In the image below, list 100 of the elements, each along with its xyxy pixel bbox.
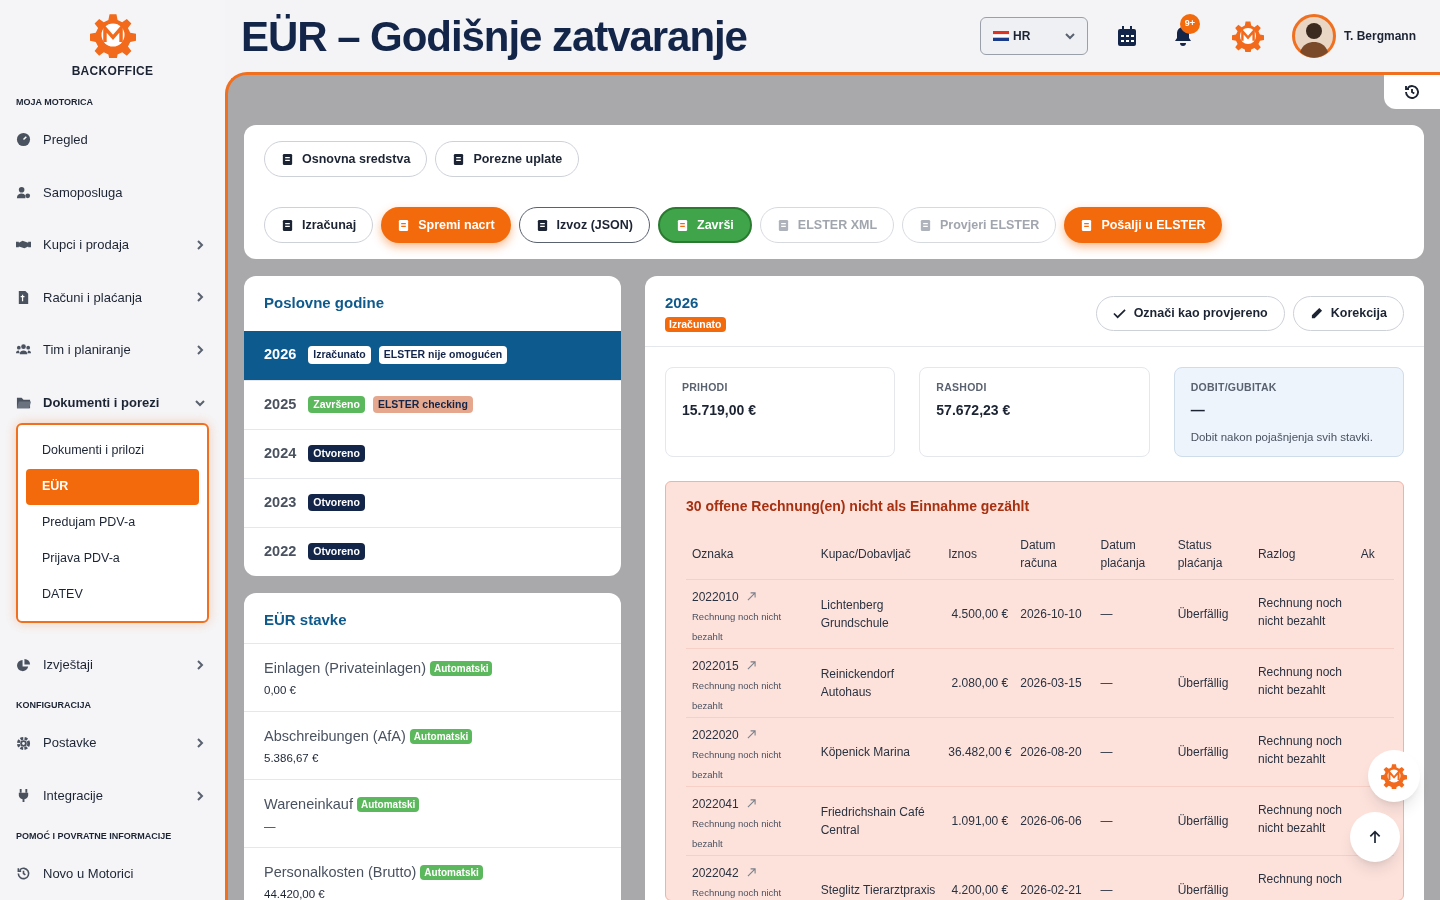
- folder-icon: [16, 395, 31, 410]
- chevron-right-icon: [195, 660, 205, 671]
- table-cell: Köpenick Marina: [814, 717, 943, 787]
- stat-note: Dobit nakon pojašnjenja svih stavki.: [1190, 430, 1374, 445]
- sidebar-item[interactable]: Postavke: [16, 716, 209, 770]
- item-label: Personalkosten (Brutto): [264, 863, 417, 882]
- year-row[interactable]: 2023 Otvoreno: [244, 477, 621, 527]
- toolbar-button[interactable]: Osnovna sredstva: [264, 141, 428, 177]
- pencil-icon: [1309, 307, 1323, 320]
- item-value: 44.420,00 €: [264, 886, 326, 900]
- table-cell: Rechnung noch: [1251, 855, 1355, 900]
- table-cell: Überfällig: [1171, 579, 1252, 649]
- file-icon: [535, 218, 549, 232]
- table-cell: 2026-02-21: [1014, 855, 1095, 900]
- invoice-note: Rechnung noch nicht bezahlt: [692, 816, 783, 851]
- avatar[interactable]: [1292, 14, 1336, 58]
- column-header: Razlog: [1251, 529, 1355, 580]
- table-cell: Steglitz Tierarztpraxis: [814, 855, 943, 900]
- toolbar-button[interactable]: Porezne uplate: [435, 141, 580, 177]
- item-value: 0,00 €: [264, 682, 297, 698]
- year-row[interactable]: 2025 Završeno ELSTER checking: [244, 379, 621, 429]
- history-button[interactable]: [1384, 75, 1440, 109]
- sidebar-item[interactable]: Računi i plaćanja: [16, 271, 209, 324]
- external-link-icon: [746, 868, 756, 878]
- column-header: Status plaćanja: [1171, 529, 1252, 580]
- toolbar-button[interactable]: Izračunaj: [264, 207, 374, 243]
- status-badge: Završeno: [308, 395, 365, 414]
- table-cell: Überfällig: [1171, 648, 1252, 718]
- submenu-item[interactable]: Dokumenti i prilozi: [26, 432, 199, 469]
- table-cell: 1.091,00 €: [942, 786, 1015, 856]
- status-badge: Otvoreno: [308, 542, 365, 561]
- sidebar-item[interactable]: Dokumenti i porezi: [16, 376, 209, 429]
- logo-icon: [89, 12, 136, 58]
- item-label: Einlagen (Privateinlagen): [264, 659, 426, 678]
- table-cell: Rechnung noch nicht bezahlt: [1251, 579, 1355, 649]
- table-cell: 2026-08-20: [1014, 717, 1095, 787]
- invoice-link[interactable]: 2022015: [692, 656, 739, 675]
- external-link-icon: [746, 799, 756, 809]
- table-cell: —: [1094, 717, 1172, 787]
- section-title: POMOĆ I POVRATNE INFORMACIJE: [16, 829, 173, 843]
- stat-value: —: [1190, 401, 1206, 420]
- column-header: Datum računa: [1014, 529, 1095, 580]
- card-title: EÜR stavke: [244, 592, 621, 644]
- table-cell: Rechnung noch nicht bezahlt: [1251, 786, 1355, 856]
- sidebar-item[interactable]: Novo u Motorici: [16, 847, 209, 900]
- submenu-item[interactable]: DATEV: [26, 576, 199, 613]
- table-cell: Überfällig: [1171, 786, 1252, 856]
- stat-label: RASHODI: [936, 380, 988, 396]
- invoice-icon: [16, 289, 31, 305]
- item-label: Abschreibungen (AfA): [264, 727, 406, 746]
- calendar-icon[interactable]: [1118, 26, 1136, 46]
- status-badge: Otvoreno: [308, 493, 365, 512]
- table-cell: Rechnung noch nicht bezahlt: [1251, 648, 1355, 718]
- chevron-right-icon: [195, 738, 205, 749]
- sidebar-item[interactable]: Samoposluga: [16, 166, 209, 219]
- auto-badge: Automatski: [409, 729, 473, 745]
- year-row[interactable]: 2022 Otvoreno: [244, 526, 621, 576]
- stat-value: 15.719,00 €: [682, 401, 757, 420]
- table-cell: —: [1094, 579, 1172, 649]
- invoice-link[interactable]: 2022042: [692, 863, 739, 882]
- chevron-right-icon: [195, 790, 205, 801]
- table-cell: 4.500,00 €: [942, 579, 1015, 649]
- submenu-item[interactable]: Predujam PDV-a: [26, 504, 199, 541]
- auto-badge: Automatski: [356, 797, 420, 813]
- page-title: EÜR – Godišnje zatvaranje: [241, 11, 748, 62]
- toolbar-button[interactable]: Izvoz (JSON): [518, 207, 650, 243]
- gear-icon: [16, 735, 31, 751]
- table-cell: Reinickendorf Autohaus: [814, 648, 943, 718]
- invoice-link[interactable]: 2022010: [692, 587, 739, 606]
- submenu-item[interactable]: Prijava PDV-a: [26, 540, 199, 577]
- plug-icon: [16, 788, 31, 804]
- table-cell: 2026-06-06: [1014, 786, 1095, 856]
- sidebar-item[interactable]: Izvještaji: [16, 638, 209, 692]
- logo-icon: [1232, 20, 1264, 52]
- pie-chart-icon: [16, 657, 31, 673]
- chevron-right-icon: [195, 292, 205, 303]
- year-row[interactable]: 2024 Otvoreno: [244, 428, 621, 478]
- language-select[interactable]: HR: [980, 17, 1088, 55]
- invoice-link[interactable]: 2022041: [692, 794, 739, 813]
- status-badge: ELSTER checking: [372, 395, 473, 414]
- sidebar-item[interactable]: Kupci i prodaja: [16, 218, 209, 272]
- chevron-right-icon: [195, 344, 205, 355]
- section-title: MOJA MOTORICA: [16, 96, 94, 109]
- year-row[interactable]: 2026 Izračunato ELSTER nije omogućen: [244, 330, 621, 380]
- bell-icon[interactable]: [1174, 26, 1192, 46]
- status-badge: ELSTER nije omogućen: [378, 346, 508, 364]
- logo-icon: [1381, 763, 1407, 789]
- table-cell: Lichtenberg Grundschule: [814, 579, 943, 649]
- user-name: T. Bergmann: [1344, 28, 1416, 45]
- invoice-link[interactable]: 2022020: [692, 725, 739, 744]
- sidebar-item[interactable]: Pregled: [16, 113, 209, 167]
- user-gear-icon: [16, 184, 31, 200]
- sidebar-item[interactable]: Tim i planiranje: [16, 323, 209, 377]
- item-value: 5.386,67 €: [264, 750, 320, 766]
- status-badge: Izračunato: [665, 316, 726, 333]
- table-cell: 2026-03-15: [1014, 648, 1095, 718]
- table-cell: 2026-10-10: [1014, 579, 1095, 649]
- warning-title: 30 offene Rechnung(en) nicht als Einnahme gezählt: [686, 497, 1031, 517]
- sidebar-item[interactable]: Integracije: [16, 769, 209, 822]
- invoice-note: Rechnung noch nicht bezahlt: [692, 678, 783, 713]
